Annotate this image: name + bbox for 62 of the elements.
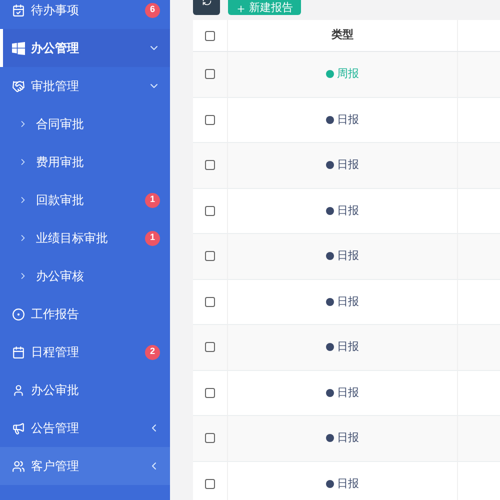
item-label: 合同审批: [36, 116, 84, 133]
sidebar-item[interactable]: 回款审批 1: [0, 181, 170, 219]
checkbox[interactable]: [205, 206, 215, 216]
item-label: 日程管理: [31, 344, 79, 361]
item-label: 办公管理: [31, 40, 79, 57]
emblem-icon: [12, 308, 25, 320]
count-badge: 6: [145, 2, 160, 18]
item-label: 工作报告: [31, 306, 79, 323]
item-label: 公告管理: [31, 420, 79, 437]
item-label: 办公审核: [36, 268, 84, 285]
report-type: 日报: [337, 476, 359, 492]
sidebar-item[interactable]: 费用审批: [0, 143, 170, 181]
checkbox[interactable]: [205, 296, 215, 307]
report-type: 日报: [337, 386, 359, 400]
count-badge: 1: [145, 230, 160, 246]
item-label: 审批管理: [31, 78, 79, 95]
item-label: 客户管理: [31, 458, 79, 475]
count-badge: 2: [145, 344, 160, 360]
sidebar-item[interactable]: 审批管理: [0, 67, 170, 105]
sidebar-item[interactable]: 日程管理 2: [0, 333, 170, 371]
report-type: 周报: [337, 67, 359, 82]
checkbox[interactable]: [205, 342, 215, 352]
report-type: 日报: [337, 431, 359, 446]
calendar-check-icon: [12, 4, 25, 16]
item-label: 费用审批: [36, 154, 84, 171]
sidebar-item[interactable]: 客户管理: [0, 447, 170, 485]
checkbox[interactable]: [205, 69, 215, 80]
add-report-button[interactable]: 新建报告: [228, 0, 301, 15]
checkbox[interactable]: [205, 478, 215, 489]
sidebar-item[interactable]: 办公审批: [0, 371, 170, 409]
checkbox[interactable]: [205, 160, 215, 170]
sidebar-item[interactable]: 合同审批: [0, 105, 170, 143]
checkbox[interactable]: [205, 30, 215, 40]
checkbox[interactable]: [205, 433, 215, 444]
item-label: 待办事项: [31, 2, 79, 19]
item-label: 回款审批: [36, 192, 84, 209]
column-header: 类型: [332, 28, 354, 44]
item-label: 办公审批: [31, 382, 79, 399]
sidebar-item[interactable]: 办公管理: [0, 29, 170, 67]
report-type: 日报: [337, 294, 359, 310]
sidebar-item[interactable]: 工作报告: [0, 295, 170, 333]
user-icon: [12, 384, 25, 396]
checkbox[interactable]: [205, 251, 215, 262]
item-label: 业绩目标审批: [36, 230, 108, 247]
plus-icon: [236, 4, 246, 14]
sidebar-item[interactable]: 待办事项 6: [0, 0, 170, 29]
sidebar-item[interactable]: 办公审核: [0, 257, 170, 295]
count-badge: 1: [145, 192, 160, 208]
calendar-icon: [12, 346, 25, 358]
report-type: 日报: [337, 249, 359, 264]
handshake-icon: [12, 80, 25, 92]
report-type: 日报: [337, 340, 359, 355]
users-icon: [12, 460, 25, 472]
checkbox[interactable]: [205, 388, 215, 398]
megaphone-icon: [12, 422, 25, 434]
report-type: 日报: [337, 112, 359, 128]
report-type: 日报: [337, 158, 359, 173]
report-type: 日报: [337, 204, 359, 218]
windows-icon: [12, 42, 25, 54]
sidebar-item[interactable]: 公告管理: [0, 409, 170, 447]
checkbox[interactable]: [205, 114, 215, 125]
sidebar-item[interactable]: 业绩目标审批 1: [0, 219, 170, 257]
